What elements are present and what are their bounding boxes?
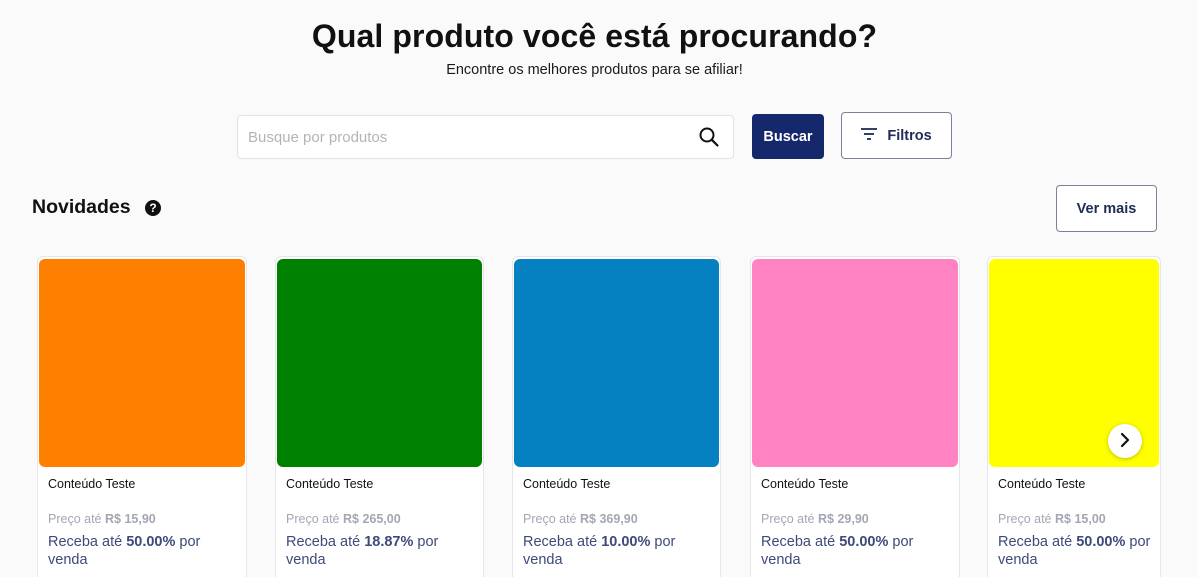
product-commission: Receba até 18.87% por venda [286, 533, 475, 569]
earn-prefix: Receba até [286, 534, 361, 550]
search-button[interactable]: Buscar [752, 114, 824, 159]
product-image [277, 259, 482, 467]
filters-button[interactable]: Filtros [841, 112, 952, 159]
product-name: Conteúdo Teste [48, 477, 136, 491]
section-title: Novidades [32, 196, 131, 218]
product-card[interactable]: Conteúdo Teste Preço até R$ 265,00 Receb… [275, 256, 484, 577]
product-card[interactable]: Conteúdo Teste Preço até R$ 29,90 Receba… [750, 256, 960, 577]
earn-prefix: Receba até [523, 534, 598, 550]
commission-value: 10.00% [601, 534, 651, 550]
page: Qual produto você está procurando? Encon… [0, 0, 1197, 577]
earn-prefix: Receba até [761, 534, 836, 550]
search-button-label: Buscar [763, 128, 813, 145]
see-more-label: Ver mais [1076, 200, 1137, 217]
product-card[interactable]: Conteúdo Teste Preço até R$ 369,90 Receb… [512, 256, 721, 577]
page-title: Qual produto você está procurando? [311, 18, 878, 54]
earn-prefix: Receba até [998, 534, 1073, 550]
see-more-button[interactable]: Ver mais [1056, 185, 1157, 232]
price-value: R$ 15,00 [1055, 512, 1106, 526]
product-card[interactable]: Conteúdo Teste Preço até R$ 15,00 Receba… [987, 256, 1161, 577]
price-value: R$ 265,00 [343, 512, 401, 526]
product-name: Conteúdo Teste [998, 477, 1086, 491]
price-value: R$ 15,90 [105, 512, 156, 526]
price-prefix: Preço até [286, 512, 340, 526]
product-commission: Receba até 50.00% por venda [48, 533, 238, 569]
price-prefix: Preço até [761, 512, 815, 526]
price-prefix: Preço até [48, 512, 102, 526]
product-image [752, 259, 958, 467]
product-price: Preço até R$ 15,00 [998, 512, 1106, 526]
page-subtitle: Encontre os melhores produtos para se af… [446, 62, 743, 78]
product-commission: Receba até 50.00% por venda [761, 533, 951, 569]
price-value: R$ 369,90 [580, 512, 638, 526]
price-prefix: Preço até [523, 512, 577, 526]
product-price: Preço até R$ 369,90 [523, 512, 638, 526]
product-card[interactable]: Conteúdo Teste Preço até R$ 15,90 Receba… [37, 256, 247, 577]
product-name: Conteúdo Teste [286, 477, 374, 491]
product-image [514, 259, 719, 467]
filters-button-label: Filtros [887, 127, 932, 144]
earn-prefix: Receba até [48, 534, 123, 550]
carousel-next-button[interactable] [1108, 424, 1142, 458]
price-prefix: Preço até [998, 512, 1052, 526]
commission-value: 50.00% [839, 534, 889, 550]
product-price: Preço até R$ 265,00 [286, 512, 401, 526]
product-image [39, 259, 245, 467]
commission-value: 18.87% [364, 534, 414, 550]
product-name: Conteúdo Teste [761, 477, 849, 491]
product-commission: Receba até 10.00% por venda [523, 533, 712, 569]
commission-value: 50.00% [126, 534, 176, 550]
commission-value: 50.00% [1076, 534, 1126, 550]
product-price: Preço até R$ 29,90 [761, 512, 869, 526]
search-input[interactable] [238, 116, 689, 158]
product-price: Preço até R$ 15,90 [48, 512, 156, 526]
price-value: R$ 29,90 [818, 512, 869, 526]
question-circle-icon[interactable]: ? [145, 200, 161, 216]
search-icon[interactable] [689, 116, 729, 158]
search-box [237, 115, 734, 159]
product-name: Conteúdo Teste [523, 477, 611, 491]
chevron-right-icon [1119, 432, 1131, 451]
filter-lines-icon [861, 127, 878, 144]
product-commission: Receba até 50.00% por venda [998, 533, 1152, 569]
